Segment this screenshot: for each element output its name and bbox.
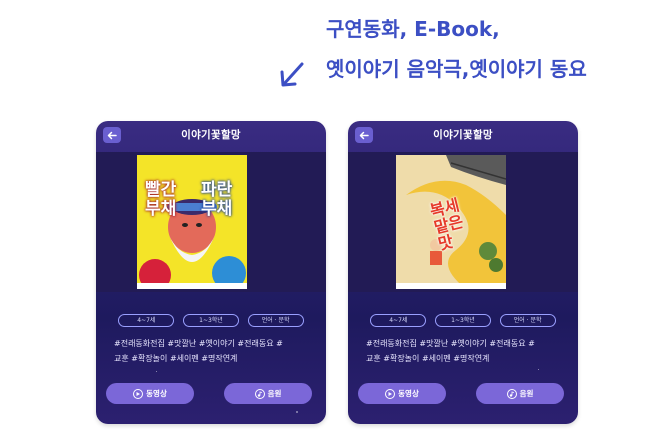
cover-title-left: 빨간 부채: [145, 180, 177, 219]
action-buttons: 동영상 음원: [348, 383, 578, 405]
cover-title-right: 파란 부채: [201, 180, 233, 219]
card-title: 이야기꽃할망: [433, 129, 493, 141]
hashtags: #전래동화전집 #맛깔난 #옛이야기 #전래동요 # 교훈 #확장놀이 #세이펜…: [366, 336, 564, 366]
tags-row: 4~7세 1~3학년 언어 · 문학: [96, 314, 326, 328]
play-icon: [133, 388, 144, 399]
headline-line1: 구연동화, E-Book,: [326, 17, 500, 41]
hashtags: #전래동화전집 #맛깔난 #옛이야기 #전래동요 # 교훈 #확장놀이 #세이펜…: [114, 336, 312, 366]
audio-button[interactable]: 음원: [224, 383, 312, 404]
video-button[interactable]: 동영상: [358, 383, 446, 404]
page: 구연동화, E-Book, 옛이야기 음악극,옛이야기 동요 이야기꽃할망 빨간…: [0, 0, 670, 430]
video-button-label: 동영상: [398, 389, 419, 398]
video-button[interactable]: 동영상: [106, 383, 194, 404]
arrow-down-left-icon: [280, 62, 304, 87]
hashtags-line1: #전래동화전집 #맛깔난 #옛이야기 #전래동요 #: [366, 339, 535, 348]
book-cover-area: 빨간 부채 파란 부채: [96, 152, 326, 292]
hashtags-line2: 교훈 #확장놀이 #세이펜 #명작연계: [366, 354, 490, 363]
audio-button-label: 음원: [267, 389, 282, 398]
book-cover-image[interactable]: 복세 맡은 맛: [396, 155, 506, 289]
audio-button-label: 음원: [519, 389, 534, 398]
hashtags-line1: #전래동화전집 #맛깔난 #옛이야기 #전래동요 #: [114, 339, 283, 348]
hashtags-line2: 교훈 #확장놀이 #세이펜 #명작연계: [114, 354, 238, 363]
tag-age[interactable]: 4~7세: [118, 314, 175, 327]
music-icon: [254, 388, 265, 399]
card-header: 이야기꽃할망: [348, 121, 578, 149]
star-decoration: [296, 411, 298, 413]
card-title: 이야기꽃할망: [181, 129, 241, 141]
tag-subject[interactable]: 언어 · 문학: [247, 314, 304, 327]
tag-subject[interactable]: 언어 · 문학: [499, 314, 556, 327]
headline: 구연동화, E-Book, 옛이야기 음악극,옛이야기 동요: [326, 14, 587, 84]
headline-line2: 옛이야기 음악극,옛이야기 동요: [326, 57, 587, 81]
play-icon: [385, 388, 396, 399]
music-icon: [506, 388, 517, 399]
tag-grade[interactable]: 1~3학년: [434, 314, 491, 327]
cover-illustration: [137, 155, 247, 289]
star-decoration: [156, 371, 157, 372]
app-card-2: 이야기꽃할망 복세 맡은 맛 4~7세 1~3학년 언어 · 문학 #전래동화전…: [348, 121, 578, 424]
card-header: 이야기꽃할망: [96, 121, 326, 149]
star-decoration: [538, 369, 539, 370]
tag-age[interactable]: 4~7세: [370, 314, 427, 327]
app-card-1: 이야기꽃할망 빨간 부채 파란 부채 4~7세 1~3학년 언어 · 문학 #전…: [96, 121, 326, 424]
book-cover-image[interactable]: 빨간 부채 파란 부채: [137, 155, 247, 289]
tag-grade[interactable]: 1~3학년: [182, 314, 239, 327]
audio-button[interactable]: 음원: [476, 383, 564, 404]
video-button-label: 동영상: [146, 389, 167, 398]
tags-row: 4~7세 1~3학년 언어 · 문학: [348, 314, 578, 328]
book-cover-area: 복세 맡은 맛: [348, 152, 578, 292]
action-buttons: 동영상 음원: [96, 383, 326, 405]
